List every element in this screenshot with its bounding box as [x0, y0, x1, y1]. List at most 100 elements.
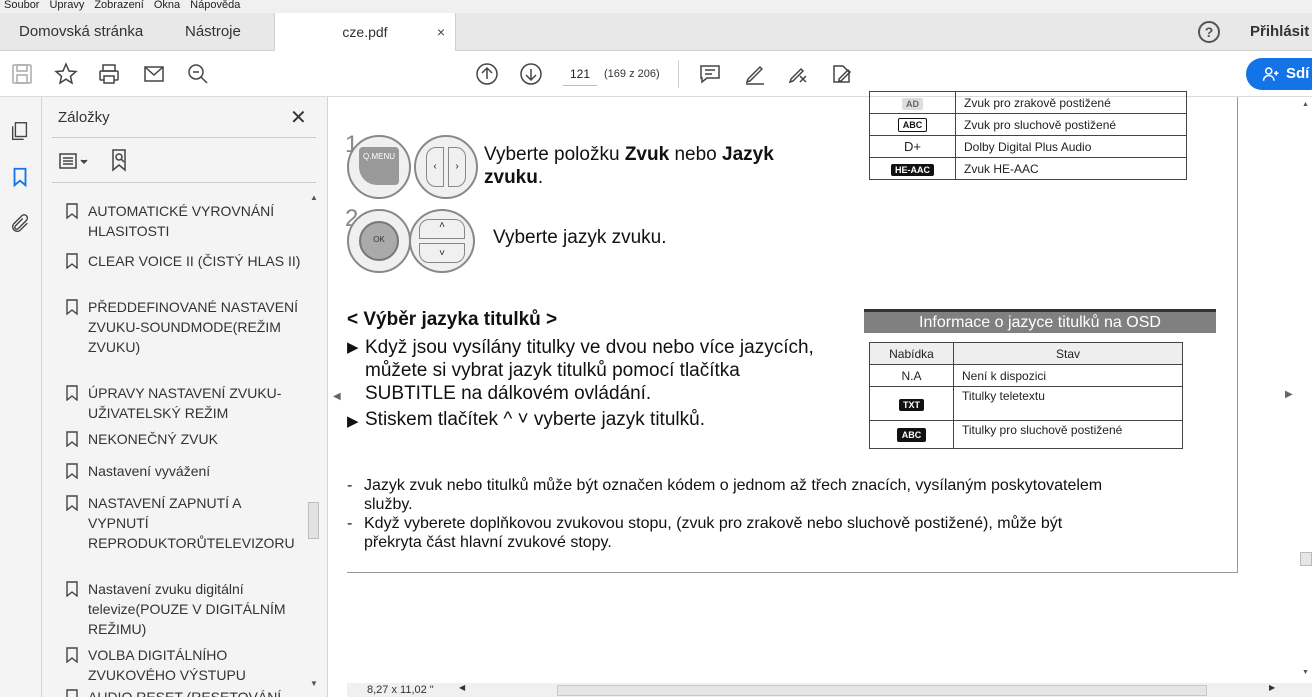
bullet1-text: Když jsou vysílány titulky ve dvou nebo …	[365, 336, 814, 405]
hscroll-right-icon[interactable]: ▶	[1269, 683, 1275, 692]
share-button[interactable]: Sdí	[1246, 58, 1312, 90]
bookmark-item[interactable]: PŘEDDEFINOVANÉ NASTAVENÍ ZVUKU-SOUNDMODE…	[66, 297, 304, 357]
print-icon[interactable]	[97, 62, 121, 86]
close-tab-icon[interactable]: ×	[437, 13, 445, 51]
zoom-search-icon[interactable]	[186, 62, 210, 86]
bookmark-item[interactable]: VOLBA DIGITÁLNÍHO ZVUKOVÉHO VÝSTUPU	[66, 645, 304, 685]
tab-home[interactable]: Domovská stránka	[0, 13, 162, 51]
menu-okna[interactable]: Okna	[154, 0, 180, 11]
bookmark-item[interactable]: AUTOMATICKÉ VYROVNÁNÍ HLASITOSTI	[66, 201, 304, 241]
collapse-left-icon[interactable]: ◀	[333, 391, 341, 402]
panel-scrollbar[interactable]: ▲ ▼	[306, 189, 321, 697]
bookmark-icon	[66, 253, 78, 270]
sign-icon[interactable]	[786, 62, 810, 86]
bookmark-item[interactable]: CLEAR VOICE II (ČISTÝ HLAS II)	[66, 251, 304, 271]
step1-bold-c: zvuku	[484, 167, 538, 188]
panel-tools	[52, 137, 316, 183]
page-down-icon[interactable]	[519, 62, 543, 86]
step2-text: Vyberte jazyk zvuku.	[493, 227, 667, 248]
tab-bar: Domovská stránka Nástroje cze.pdf × ? Př…	[0, 13, 1312, 52]
document-vscrollbar[interactable]: ▲ ▶ ▼	[1283, 97, 1312, 683]
attachments-icon[interactable]	[9, 213, 31, 235]
bookmark-item[interactable]: Nastavení vyvážení	[66, 461, 304, 481]
hearing-impaired-subtitle-icon: ABC	[896, 428, 927, 442]
dolby-plus-icon: D+	[869, 135, 956, 158]
collapse-right-icon[interactable]: ▶	[1285, 389, 1293, 400]
bookmark-item[interactable]: Nastavení zvuku digitální televize(POUZE…	[66, 579, 304, 639]
bullet-arrow-icon: ▶	[347, 413, 359, 430]
fill-sign-icon[interactable]	[830, 62, 854, 86]
hscroll-thumb[interactable]	[557, 685, 1207, 696]
bullet1-line: Když jsou vysílány titulky ve dvou nebo …	[365, 337, 814, 358]
note-2: Když vyberete doplňkovou zvukovou stopu,…	[364, 514, 1062, 552]
tab-document[interactable]: cze.pdf ×	[274, 13, 456, 52]
bookmark-label: AUTOMATICKÉ VYROVNÁNÍ HLASITOSTI	[88, 203, 275, 239]
close-panel-icon[interactable]: ✕	[290, 105, 307, 130]
scroll-down-icon[interactable]: ▼	[310, 679, 318, 688]
pages-thumbnails-icon[interactable]	[9, 120, 31, 142]
help-icon[interactable]: ?	[1198, 21, 1220, 43]
vscroll-down-icon[interactable]: ▼	[1302, 669, 1309, 676]
table-header: Stav	[953, 342, 1183, 365]
bullet1-line: můžete si vybrat jazyk titulků pomocí tl…	[365, 360, 740, 381]
highlight-pen-icon[interactable]	[743, 62, 767, 86]
bookmark-icon	[66, 647, 78, 664]
bookmark-label: NASTAVENÍ ZAPNUTÍ A VYPNUTÍ REPRODUKTORŮ…	[88, 495, 295, 551]
page-count: (169 z 206)	[604, 68, 660, 80]
bookmark-item[interactable]: ÚPRAVY NASTAVENÍ ZVUKU-UŽIVATELSKÝ REŽIM	[66, 383, 304, 423]
star-icon[interactable]	[54, 62, 78, 86]
page-size-label: 8,27 x 11,02 "	[367, 684, 434, 696]
table-cell-icon: ABC	[869, 113, 956, 136]
bookmark-label: Nastavení vyvážení	[88, 463, 211, 479]
bullet2-text: Stiskem tlačítek ^ ˅ vyberte jazyk titul…	[365, 409, 705, 431]
pdf-page: 1 2 Q.MENU ‹ › OK ˄ ˅ Vyberte položku Zv…	[345, 91, 1238, 573]
vscroll-up-icon[interactable]: ▲	[1302, 101, 1309, 108]
table-row: D+ Dolby Digital Plus Audio	[869, 135, 1187, 158]
options-menu-icon[interactable]	[58, 150, 92, 172]
bookmark-icon	[66, 385, 78, 402]
right-arrow-icon: ›	[448, 147, 466, 187]
panel-scroll-thumb[interactable]	[308, 502, 319, 539]
tab-tools[interactable]: Nástroje	[166, 13, 260, 51]
page-up-icon[interactable]	[475, 62, 499, 86]
table-row: TXT Titulky teletextu	[869, 386, 1183, 421]
table-row: N.A Není k dispozici	[869, 364, 1183, 387]
bookmarks-icon[interactable]	[9, 166, 31, 188]
bookmark-icon	[66, 689, 78, 697]
bookmark-item[interactable]: NASTAVENÍ ZAPNUTÍ A VYPNUTÍ REPRODUKTORŮ…	[66, 493, 304, 553]
table-cell: Titulky pro sluchově postižené	[953, 420, 1183, 449]
toolbar-divider	[678, 60, 679, 88]
tab-document-label: cze.pdf	[342, 24, 388, 40]
menu-napoveda[interactable]: Nápověda	[190, 0, 240, 11]
find-bookmark-icon[interactable]	[108, 148, 132, 172]
menu-upravy[interactable]: Úpravy	[49, 0, 84, 11]
note-dash: -	[347, 515, 353, 532]
audio-icons-table: AD Zvuk pro zrakově postižené ABC Zvuk pro…	[869, 91, 1187, 180]
note-line: Jazyk zvuk nebo titulků může být označen…	[364, 477, 1103, 494]
bookmark-item[interactable]: NEKONEČNÝ ZVUK	[66, 429, 304, 449]
step1-text-c: .	[537, 167, 544, 188]
save-icon[interactable]	[10, 62, 34, 86]
step1-text-a: Vyberte položku	[484, 144, 625, 165]
comment-icon[interactable]	[698, 62, 722, 86]
teletext-icon: TXT	[899, 398, 924, 411]
bullet-arrow-icon: ▶	[347, 339, 359, 356]
step1-bold-a: Zvuk	[624, 144, 670, 165]
menu-zobrazeni[interactable]: Zobrazení	[94, 0, 144, 11]
table-cell: Titulky teletextu	[953, 386, 1183, 421]
qmenu-button-image: Q.MENU	[347, 135, 411, 199]
document-area: ◀ 1 2 Q.MENU ‹ › OK ˄ ˅ Vyberte položku …	[329, 91, 1312, 697]
hscroll-left-icon[interactable]: ◀	[459, 683, 465, 692]
bookmark-icon	[66, 299, 78, 316]
vscroll-thumb[interactable]	[1300, 552, 1312, 566]
signin-button[interactable]: Přihlásit	[1250, 13, 1309, 51]
email-icon[interactable]	[142, 62, 166, 86]
table-row: AD Zvuk pro zrakově postižené	[869, 91, 1187, 114]
menu-soubor[interactable]: Soubor	[4, 0, 39, 11]
bullet2-keys: ^ ˅	[503, 409, 529, 430]
bookmark-item[interactable]: AUDIO RESET (RESETOVÁNÍ	[66, 687, 304, 697]
table-cell: Zvuk HE-AAC	[955, 157, 1187, 180]
scroll-up-icon[interactable]: ▲	[310, 193, 318, 202]
menubar: Soubor Úpravy Zobrazení Okna Nápověda	[0, 0, 1312, 13]
page-number-input[interactable]: 121	[563, 63, 597, 86]
